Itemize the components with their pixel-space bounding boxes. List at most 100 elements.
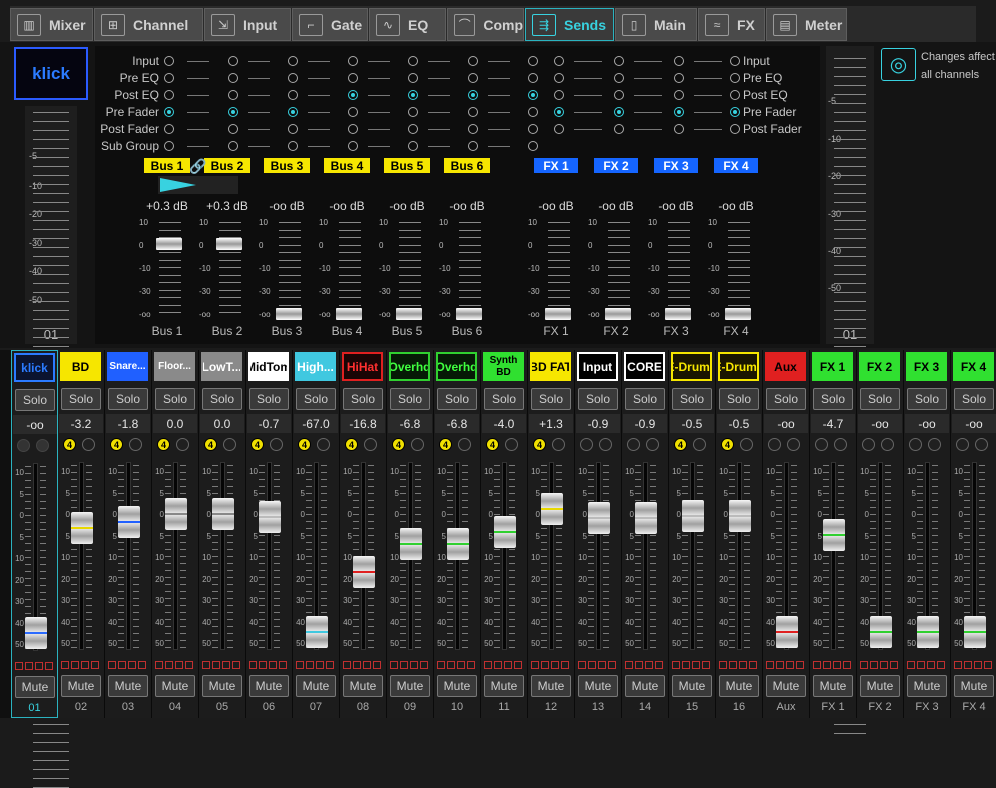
tap-radio[interactable] — [408, 73, 418, 83]
mute-button[interactable]: Mute — [484, 675, 524, 697]
mute-button[interactable]: Mute — [907, 675, 947, 697]
mute-button[interactable]: Mute — [531, 675, 571, 697]
solo-button[interactable]: Solo — [766, 388, 806, 410]
mute-button[interactable]: Mute — [343, 675, 383, 697]
tap-radio[interactable] — [288, 56, 298, 66]
fader-handle[interactable] — [823, 518, 845, 551]
mute-button[interactable]: Mute — [296, 675, 336, 697]
tap-radio[interactable] — [164, 73, 174, 83]
tap-radio[interactable] — [288, 124, 298, 134]
send-fader-handle[interactable] — [156, 238, 182, 251]
tap-radio[interactable] — [554, 56, 564, 66]
solo-button[interactable]: Solo — [249, 388, 289, 410]
fader-handle[interactable] — [635, 501, 657, 534]
tap-radio[interactable] — [468, 141, 478, 151]
channel-name[interactable]: Overhd — [436, 352, 477, 381]
mute-button[interactable]: Mute — [390, 675, 430, 697]
send-fader-handle[interactable] — [725, 308, 751, 320]
mute-button[interactable]: Mute — [813, 675, 853, 697]
channel-name[interactable]: CORE — [624, 352, 665, 381]
tap-radio[interactable] — [228, 90, 238, 100]
fader-handle[interactable] — [118, 505, 140, 538]
tap-radio[interactable] — [348, 56, 358, 66]
mute-button[interactable]: Mute — [155, 675, 195, 697]
tap-radio[interactable] — [348, 73, 358, 83]
fader-handle[interactable] — [353, 555, 375, 588]
tab-main[interactable]: ▯ Main — [615, 8, 697, 41]
tab-channel[interactable]: ⊞ Channel — [94, 8, 203, 41]
send-target-label[interactable]: Bus 1 — [144, 158, 190, 173]
channel-name[interactable]: FX 3 — [906, 352, 947, 381]
mute-button[interactable]: Mute — [61, 675, 101, 697]
tap-radio[interactable] — [408, 56, 418, 66]
tab-comp[interactable]: ⌒ Comp — [447, 8, 524, 41]
send-fader-handle[interactable] — [665, 308, 691, 320]
fader-handle[interactable] — [682, 500, 704, 533]
tap-radio[interactable] — [554, 73, 564, 83]
mute-button[interactable]: Mute — [719, 675, 759, 697]
mute-button[interactable]: Mute — [437, 675, 477, 697]
channel-name[interactable]: High... — [295, 352, 336, 381]
fader-handle[interactable] — [165, 498, 187, 530]
fader-handle[interactable] — [588, 501, 610, 534]
solo-button[interactable]: Solo — [437, 388, 477, 410]
send-target-label[interactable]: FX 1 — [534, 158, 578, 173]
channel-name[interactable]: E-Drums — [718, 352, 759, 381]
fader-handle[interactable] — [400, 527, 422, 560]
mute-button[interactable]: Mute — [108, 675, 148, 697]
send-fader-handle[interactable] — [396, 308, 422, 320]
tap-radio[interactable] — [614, 73, 624, 83]
tap-radio[interactable] — [730, 124, 740, 134]
tap-radio[interactable] — [554, 124, 564, 134]
mute-button[interactable]: Mute — [249, 675, 289, 697]
tap-radio[interactable] — [228, 107, 238, 117]
tap-radio[interactable] — [614, 107, 624, 117]
tap-radio[interactable] — [408, 107, 418, 117]
fader-handle[interactable] — [776, 616, 798, 648]
tap-radio[interactable] — [348, 141, 358, 151]
tap-radio[interactable] — [730, 107, 740, 117]
tap-radio[interactable] — [228, 73, 238, 83]
send-target-label[interactable]: Bus 5 — [384, 158, 430, 173]
tap-radio[interactable] — [528, 90, 538, 100]
solo-button[interactable]: Solo — [155, 388, 195, 410]
solo-button[interactable]: Solo — [672, 388, 712, 410]
send-target-label[interactable]: FX 4 — [714, 158, 758, 173]
solo-button[interactable]: Solo — [625, 388, 665, 410]
send-fader-handle[interactable] — [216, 238, 242, 251]
solo-button[interactable]: Solo — [531, 388, 571, 410]
tap-radio[interactable] — [528, 56, 538, 66]
solo-button[interactable]: Solo — [719, 388, 759, 410]
tap-radio[interactable] — [730, 90, 740, 100]
tap-radio[interactable] — [528, 124, 538, 134]
send-fader-handle[interactable] — [336, 308, 362, 320]
tap-radio[interactable] — [408, 124, 418, 134]
tap-radio[interactable] — [730, 73, 740, 83]
channel-name[interactable]: Floor... — [154, 352, 195, 381]
channel-name[interactable]: Overhd — [389, 352, 430, 381]
solo-button[interactable]: Solo — [61, 388, 101, 410]
tap-radio[interactable] — [730, 56, 740, 66]
solo-button[interactable]: Solo — [343, 388, 383, 410]
tap-radio[interactable] — [468, 107, 478, 117]
tap-radio[interactable] — [614, 124, 624, 134]
tap-radio[interactable] — [228, 141, 238, 151]
mute-button[interactable]: Mute — [954, 675, 994, 697]
tab-eq[interactable]: ∿ EQ — [369, 8, 446, 41]
tap-radio[interactable] — [468, 73, 478, 83]
tap-radio[interactable] — [528, 107, 538, 117]
solo-button[interactable]: Solo — [484, 388, 524, 410]
tab-gate[interactable]: ⌐ Gate — [292, 8, 368, 41]
solo-button[interactable]: Solo — [813, 388, 853, 410]
channel-name[interactable]: klick — [14, 353, 55, 382]
tap-radio[interactable] — [164, 124, 174, 134]
mute-button[interactable]: Mute — [672, 675, 712, 697]
tap-radio[interactable] — [554, 107, 564, 117]
fader-handle[interactable] — [259, 501, 281, 534]
channel-name[interactable]: MidTom — [248, 352, 289, 381]
tab-input[interactable]: ⇲ Input — [204, 8, 291, 41]
fader-handle[interactable] — [71, 512, 93, 545]
channel-name[interactable]: BD FAT — [530, 352, 571, 381]
mute-button[interactable]: Mute — [860, 675, 900, 697]
pan-slider[interactable] — [158, 176, 238, 194]
